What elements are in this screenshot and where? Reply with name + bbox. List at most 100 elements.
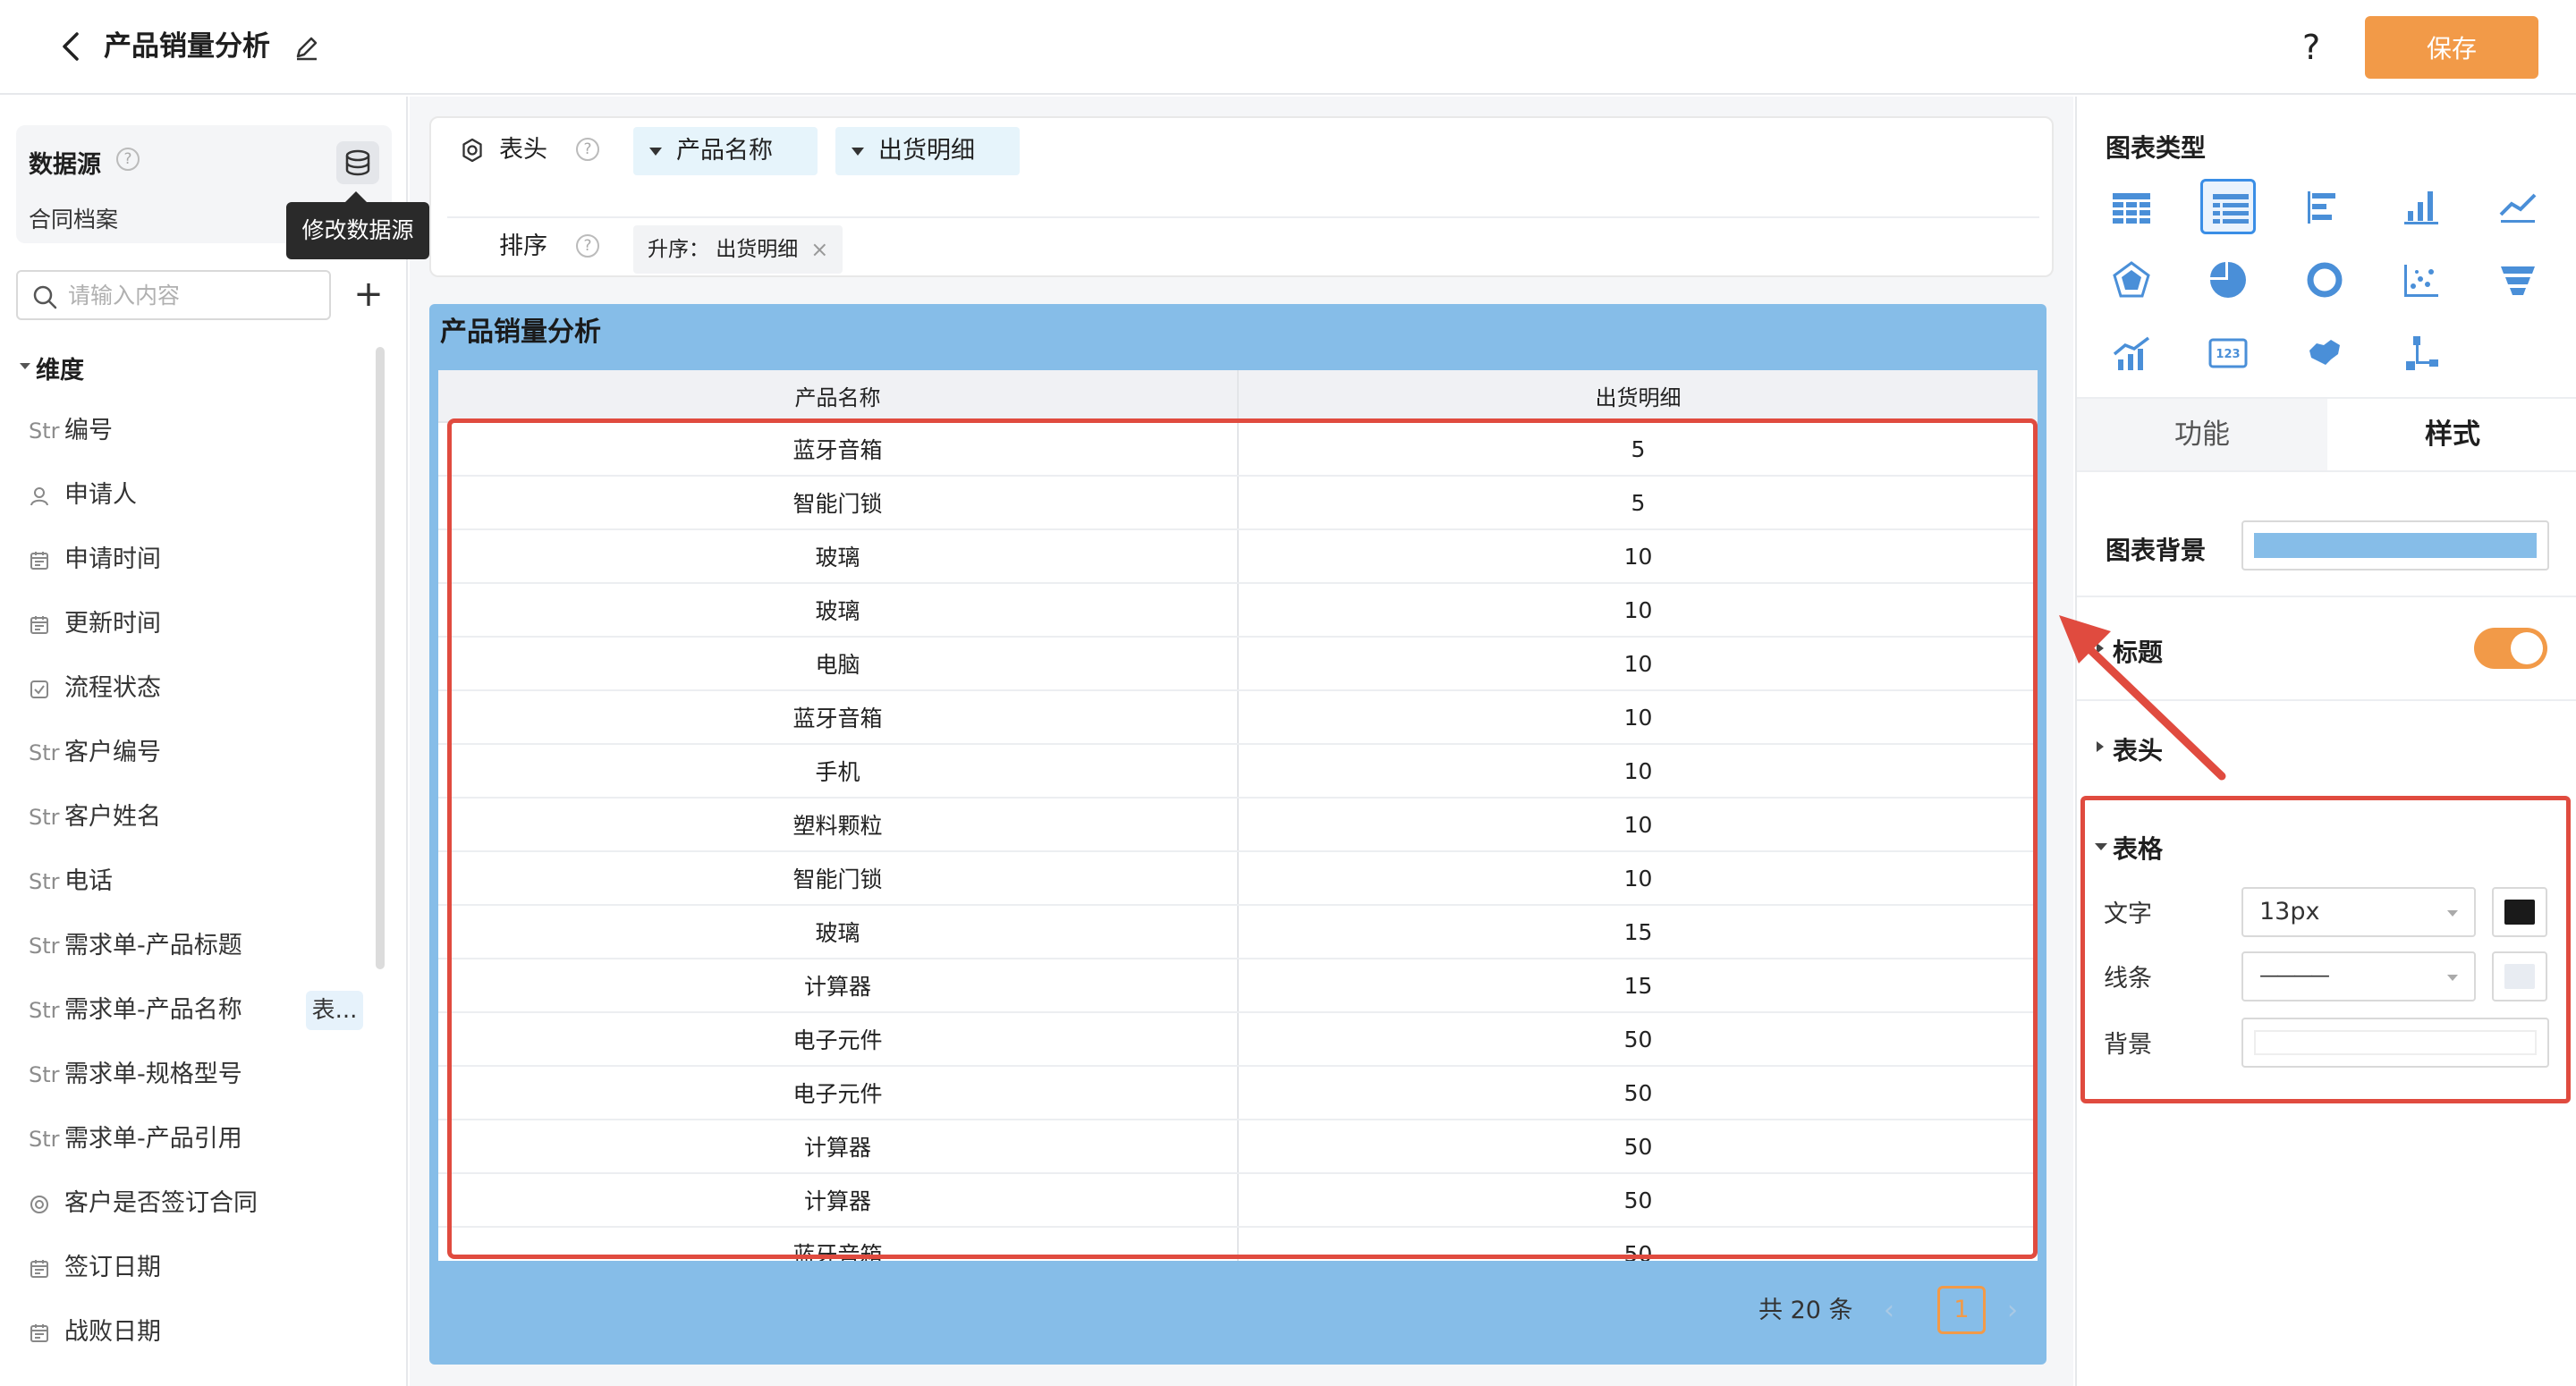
dimension-field-item[interactable]: Str 需求单-产品引用 <box>29 1120 242 1159</box>
header-chip-shipment-detail[interactable]: 出货明细 <box>835 127 1020 175</box>
cell-product-name: 蓝牙音箱 <box>438 1227 1239 1261</box>
calendar-icon <box>29 540 64 579</box>
edit-pencil-icon[interactable] <box>292 32 322 63</box>
field-type-label: Str <box>29 418 60 444</box>
chart-type-donut[interactable] <box>2297 252 2352 308</box>
back-arrow-icon[interactable] <box>54 29 89 64</box>
help-question-icon[interactable]: ? <box>576 234 599 258</box>
line-color-swatch <box>2504 964 2535 989</box>
line-style-label: 线条 <box>2104 965 2152 993</box>
table-row[interactable]: 蓝牙音箱 10 <box>438 690 2038 745</box>
dimension-field-item[interactable]: 客户是否签订合同 <box>29 1184 258 1223</box>
tab-function[interactable]: 功能 <box>2077 399 2327 470</box>
chart-type-column[interactable] <box>2394 179 2449 234</box>
header-config-label: 表头 <box>499 136 547 164</box>
dimension-field-item[interactable]: 更新时间 <box>29 604 161 644</box>
line-color-picker[interactable] <box>2492 951 2547 1001</box>
dimension-field-item[interactable]: Str 电话 <box>29 862 113 901</box>
chart-type-line[interactable] <box>2490 179 2546 234</box>
list-table-icon <box>2213 194 2249 224</box>
table-row[interactable]: 智能门锁 5 <box>438 476 2038 530</box>
table-row[interactable]: 玻璃 10 <box>438 583 2038 638</box>
data-table-container[interactable]: 产品名称 出货明细 蓝牙音箱 5 智能门锁 5 玻璃 10 玻璃 10 电脑 10 蓝牙音箱 10 手机… <box>438 370 2038 1261</box>
chart-type-map[interactable] <box>2297 325 2352 381</box>
table-row[interactable]: 计算器 50 <box>438 1120 2038 1174</box>
search-input[interactable] <box>68 279 318 311</box>
chart-type-funnel[interactable] <box>2490 252 2546 308</box>
chart-type-grid: 123 <box>2104 179 2569 393</box>
tab-style[interactable]: 样式 <box>2327 399 2576 470</box>
header-chip-product-name[interactable]: 产品名称 <box>633 127 818 175</box>
column-header-shipment-detail[interactable]: 出货明细 <box>1238 370 2038 423</box>
table-row[interactable]: 计算器 15 <box>438 959 2038 1013</box>
table-row[interactable]: 计算器 50 <box>438 1173 2038 1228</box>
help-question-icon[interactable]: ? <box>116 148 140 171</box>
table-row[interactable]: 电脑 10 <box>438 637 2038 691</box>
dimension-field-item[interactable]: Str 需求单-产品名称 <box>29 991 242 1030</box>
dimension-field-item[interactable]: Str 编号 <box>29 411 113 451</box>
dimension-field-item[interactable]: Str 需求单-产品标题 <box>29 926 242 966</box>
table-row[interactable]: 玻璃 15 <box>438 905 2038 959</box>
chart-type-combo[interactable] <box>2104 325 2159 381</box>
text-color-picker[interactable] <box>2492 887 2547 937</box>
table-row[interactable]: 电子元件 50 <box>438 1066 2038 1120</box>
field-type-label: Str <box>29 934 60 959</box>
table-row[interactable]: 手机 10 <box>438 744 2038 799</box>
total-count: 共 20 条 <box>1758 1297 1853 1324</box>
dimension-field-item[interactable]: 战败日期 <box>29 1313 161 1352</box>
line-chart-icon <box>2499 193 2537 223</box>
field-usage-badge[interactable]: 表... <box>306 991 363 1030</box>
chart-type-table[interactable] <box>2104 179 2159 234</box>
font-size-select[interactable]: 13px <box>2241 887 2476 937</box>
cell-shipment-qty: 50 <box>1238 1173 2038 1228</box>
sort-config-row: 排序 ? 升序： 出货明细 × <box>431 216 2052 279</box>
help-icon[interactable]: ? <box>2302 25 2320 70</box>
dimension-field-item[interactable]: Str 客户编号 <box>29 733 161 773</box>
dimensions-header[interactable]: 维度 <box>20 351 84 385</box>
table-background-swatch <box>2254 1030 2537 1055</box>
text-color-swatch <box>2504 900 2535 925</box>
title-section-header[interactable]: 标题 <box>2096 633 2163 669</box>
column-header-product-name[interactable]: 产品名称 <box>438 370 1239 423</box>
table-chart-panel: 产品销量分析 产品名称 出货明细 蓝牙音箱 5 智能门锁 5 玻璃 10 玻璃 10 电脑 10 蓝… <box>429 304 2046 1365</box>
save-button[interactable]: 保存 <box>2365 16 2538 79</box>
table-background-color-picker[interactable] <box>2241 1018 2549 1068</box>
chart-type-tree[interactable] <box>2394 325 2449 381</box>
current-page-button[interactable]: 1 <box>1937 1286 1986 1334</box>
dimension-field-item[interactable]: 申请人 <box>29 476 137 515</box>
prev-page-icon[interactable]: ‹ <box>1884 1291 1911 1331</box>
table-row[interactable]: 智能门锁 10 <box>438 851 2038 906</box>
change-datasource-button[interactable] <box>336 141 379 184</box>
table-row[interactable]: 塑料颗粒 10 <box>438 798 2038 852</box>
chart-type-pie[interactable] <box>2200 252 2256 308</box>
line-style-select[interactable]: ———— <box>2241 951 2476 1001</box>
chart-type-number-card[interactable]: 123 <box>2200 325 2256 381</box>
datasource-name: 合同档案 <box>29 207 119 232</box>
combo-chart-icon <box>2113 336 2150 370</box>
table-row[interactable]: 蓝牙音箱 50 <box>438 1227 2038 1261</box>
table-row[interactable]: 玻璃 10 <box>438 529 2038 584</box>
next-page-icon[interactable]: › <box>2007 1291 2034 1331</box>
title-toggle-switch[interactable] <box>2474 628 2547 669</box>
chart-type-radar[interactable] <box>2104 252 2159 308</box>
chart-type-scatter[interactable] <box>2394 252 2449 308</box>
dimension-field-item[interactable]: Str 需求单-规格型号 <box>29 1055 242 1094</box>
sort-chip[interactable]: 升序： 出货明细 × <box>633 225 843 274</box>
help-question-icon[interactable]: ? <box>576 138 599 161</box>
chart-type-horizontal-bar[interactable] <box>2297 179 2352 234</box>
add-field-button[interactable]: + <box>352 272 385 318</box>
chart-background-color-picker[interactable] <box>2241 520 2549 570</box>
table-row[interactable]: 电子元件 50 <box>438 1012 2038 1067</box>
close-icon[interactable]: × <box>810 225 828 274</box>
dimension-field-item[interactable]: 流程状态 <box>29 669 161 708</box>
chart-type-detail-table[interactable] <box>2200 179 2256 234</box>
dimension-field-item[interactable]: 申请时间 <box>29 540 161 579</box>
user-icon <box>29 476 64 515</box>
sidebar-scrollbar[interactable] <box>376 347 385 969</box>
dimension-field-item[interactable]: 签订日期 <box>29 1248 161 1288</box>
dimension-field-item[interactable]: Str 客户姓名 <box>29 798 161 837</box>
header-section-header[interactable]: 表头 <box>2096 731 2163 767</box>
table-row[interactable]: 蓝牙音箱 5 <box>438 422 2038 477</box>
table-section-header[interactable]: 表格 <box>2094 830 2163 866</box>
field-search-box[interactable] <box>16 270 331 320</box>
